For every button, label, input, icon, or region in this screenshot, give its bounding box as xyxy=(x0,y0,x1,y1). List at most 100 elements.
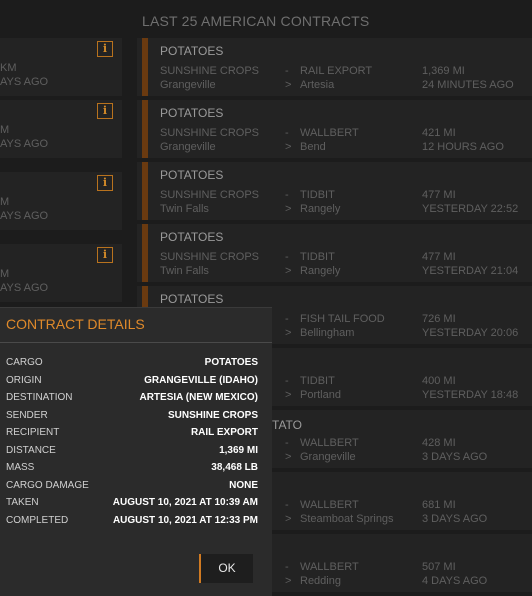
detail-row: ORIGIN GRANGEVILLE (IDAHO) xyxy=(6,375,258,391)
info-icon[interactable]: i xyxy=(97,41,113,57)
contract-cargo: POTATOES xyxy=(160,44,224,58)
row-accent xyxy=(142,224,148,282)
contract-time: YESTERDAY 21:04 xyxy=(422,265,519,277)
detail-label: COMPLETED xyxy=(6,515,69,526)
route-dash: - xyxy=(285,189,289,201)
detail-label: ORIGIN xyxy=(6,375,42,386)
info-icon[interactable]: i xyxy=(97,175,113,191)
contract-cargo: POTATOES xyxy=(160,292,224,306)
left-card-line1: KM xyxy=(0,62,17,74)
detail-row: TAKEN AUGUST 10, 2021 AT 10:39 AM xyxy=(6,497,258,513)
left-card-line2: AYS AGO xyxy=(0,210,49,222)
contract-destination: Rangely xyxy=(300,265,341,277)
contract-sender: SUNSHINE CROPS xyxy=(160,251,260,263)
left-card[interactable]: M AYS AGO i xyxy=(0,172,122,230)
route-dash: - xyxy=(285,251,289,263)
contract-distance: 421 MI xyxy=(422,127,456,139)
left-card-line1: M xyxy=(0,196,10,208)
detail-label: DESTINATION xyxy=(6,392,73,403)
contract-details-dialog: CONTRACT DETAILS CARGO POTATOES ORIGIN G… xyxy=(0,307,272,596)
route-arrow: > xyxy=(285,79,292,91)
ok-button[interactable]: OK xyxy=(199,554,253,583)
detail-label: SENDER xyxy=(6,410,48,421)
detail-label: RECIPIENT xyxy=(6,427,60,438)
left-card[interactable]: M AYS AGO i xyxy=(0,100,122,158)
contract-destination: Bend xyxy=(300,141,326,153)
contract-distance: 400 MI xyxy=(422,375,456,387)
detail-label: MASS xyxy=(6,462,35,473)
contract-recipient: TIDBIT xyxy=(300,251,335,263)
contract-origin: Twin Falls xyxy=(160,265,209,277)
route-arrow: > xyxy=(285,327,292,339)
dialog-title: CONTRACT DETAILS xyxy=(6,316,145,332)
route-arrow: > xyxy=(285,513,292,525)
contract-origin: Grangeville xyxy=(160,79,216,91)
contract-recipient: RAIL EXPORT xyxy=(300,65,373,77)
contract-recipient: WALLBERT xyxy=(300,561,359,573)
detail-value: GRANGEVILLE (IDAHO) xyxy=(144,375,258,386)
contract-distance: 477 MI xyxy=(422,251,456,263)
contract-cargo: POTATOES xyxy=(160,168,224,182)
contract-time: 3 DAYS AGO xyxy=(422,451,488,463)
row-accent xyxy=(142,100,148,158)
route-dash: - xyxy=(285,437,289,449)
contract-origin: Twin Falls xyxy=(160,203,209,215)
detail-row: DESTINATION ARTESIA (NEW MEXICO) xyxy=(6,392,258,408)
detail-row: CARGO POTATOES xyxy=(6,357,258,373)
left-card[interactable]: KM AYS AGO i xyxy=(0,38,122,96)
contract-row[interactable]: POTATOES SUNSHINE CROPS Twin Falls - > T… xyxy=(137,224,532,282)
contract-sender: SUNSHINE CROPS xyxy=(160,65,260,77)
contract-recipient: WALLBERT xyxy=(300,437,359,449)
route-arrow: > xyxy=(285,203,292,215)
contract-recipient: TIDBIT xyxy=(300,189,335,201)
contract-distance: 681 MI xyxy=(422,499,456,511)
detail-label: CARGO xyxy=(6,357,43,368)
contract-recipient: FISH TAIL FOOD xyxy=(300,313,385,325)
page-title: LAST 25 AMERICAN CONTRACTS xyxy=(142,13,370,29)
detail-value: RAIL EXPORT xyxy=(190,427,258,438)
contract-time: 12 HOURS AGO xyxy=(422,141,504,153)
route-dash: - xyxy=(285,561,289,573)
contract-cargo: TATO xyxy=(272,418,302,432)
contract-distance: 1,369 MI xyxy=(422,65,465,77)
contract-distance: 507 MI xyxy=(422,561,456,573)
contract-recipient: WALLBERT xyxy=(300,499,359,511)
contract-destination: Artesia xyxy=(300,79,335,91)
contract-destination: Steamboat Springs xyxy=(300,513,394,525)
contract-recipient: TIDBIT xyxy=(300,375,335,387)
contract-row[interactable]: POTATOES SUNSHINE CROPS Twin Falls - > T… xyxy=(137,162,532,220)
left-card-line2: AYS AGO xyxy=(0,76,49,88)
route-dash: - xyxy=(285,313,289,325)
contract-time: 24 MINUTES AGO xyxy=(422,79,514,91)
route-arrow: > xyxy=(285,451,292,463)
contract-row[interactable]: POTATOES SUNSHINE CROPS Grangeville - > … xyxy=(137,100,532,158)
detail-value: AUGUST 10, 2021 AT 10:39 AM xyxy=(112,497,258,508)
contract-destination: Portland xyxy=(300,389,341,401)
row-accent xyxy=(142,38,148,96)
detail-value: POTATOES xyxy=(204,357,258,368)
contract-row[interactable]: POTATOES SUNSHINE CROPS Grangeville - > … xyxy=(137,38,532,96)
info-icon[interactable]: i xyxy=(97,247,113,263)
row-accent xyxy=(142,162,148,220)
route-dash: - xyxy=(285,127,289,139)
contract-destination: Redding xyxy=(300,575,341,587)
detail-row: CARGO DAMAGE NONE xyxy=(6,480,258,496)
detail-value: SUNSHINE CROPS xyxy=(167,410,258,421)
route-arrow: > xyxy=(285,575,292,587)
contract-sender: SUNSHINE CROPS xyxy=(160,127,260,139)
detail-value: 38,468 LB xyxy=(211,462,258,473)
left-card[interactable]: M AYS AGO i xyxy=(0,244,122,302)
detail-row: COMPLETED AUGUST 10, 2021 AT 12:33 PM xyxy=(6,515,258,531)
route-dash: - xyxy=(285,65,289,77)
route-arrow: > xyxy=(285,389,292,401)
info-icon[interactable]: i xyxy=(97,103,113,119)
contract-time: YESTERDAY 18:48 xyxy=(422,389,519,401)
route-dash: - xyxy=(285,499,289,511)
route-dash: - xyxy=(285,375,289,387)
contract-sender: SUNSHINE CROPS xyxy=(160,189,260,201)
left-card-line2: AYS AGO xyxy=(0,282,49,294)
detail-label: DISTANCE xyxy=(6,445,56,456)
detail-row: RECIPIENT RAIL EXPORT xyxy=(6,427,258,443)
detail-label: TAKEN xyxy=(6,497,39,508)
contract-time: 4 DAYS AGO xyxy=(422,575,488,587)
